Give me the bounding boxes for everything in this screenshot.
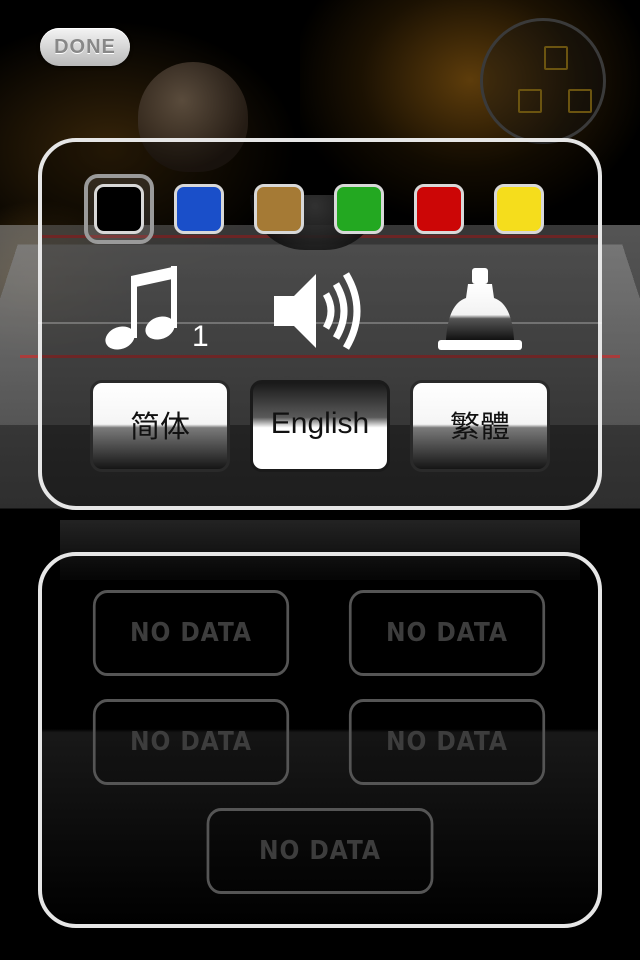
save-slot-5[interactable]: NO DATA <box>206 808 434 894</box>
music-track-number: 1 <box>192 320 209 353</box>
bell-icon <box>438 268 522 350</box>
lang-traditional-button[interactable]: 繁體 <box>410 380 550 472</box>
bell-toggle-button[interactable] <box>438 264 522 354</box>
black-swatch[interactable] <box>84 174 154 244</box>
save-slot-3[interactable]: NO DATA <box>92 699 290 785</box>
lang-button-label: English <box>270 407 370 440</box>
save-slot-label: NO DATA <box>386 727 508 757</box>
done-button[interactable]: DONE <box>40 28 130 66</box>
lang-english-button[interactable]: English <box>250 380 390 472</box>
save-slot-label: NO DATA <box>130 727 252 757</box>
music-toggle-button[interactable]: 1 <box>100 262 220 354</box>
square-icon <box>518 89 542 113</box>
save-slot-label: NO DATA <box>130 618 252 648</box>
green-swatch[interactable] <box>324 174 394 244</box>
blue-swatch[interactable] <box>164 174 234 244</box>
save-slot-2[interactable]: NO DATA <box>348 590 546 676</box>
lang-button-label: 简体 <box>130 411 190 444</box>
color-fill <box>494 184 544 234</box>
save-slot-label: NO DATA <box>386 618 508 648</box>
music-notes-icon: 1 <box>105 266 209 353</box>
yellow-swatch[interactable] <box>484 174 554 244</box>
color-fill <box>94 184 144 234</box>
color-fill <box>414 184 464 234</box>
save-slot-4[interactable]: NO DATA <box>348 699 546 785</box>
square-icon <box>568 89 592 113</box>
brown-swatch[interactable] <box>244 174 314 244</box>
color-fill <box>174 184 224 234</box>
save-slot-1[interactable]: NO DATA <box>92 590 290 676</box>
lang-simplified-button[interactable]: 简体 <box>90 380 230 472</box>
square-icon <box>544 46 568 70</box>
sound-effects-toggle-button[interactable] <box>270 266 370 356</box>
color-fill <box>334 184 384 234</box>
camera-view-toggle-icon[interactable] <box>480 18 606 144</box>
done-button-label: DONE <box>54 35 116 58</box>
lang-button-label: 繁體 <box>450 411 510 444</box>
speaker-volume-icon <box>274 272 361 350</box>
red-swatch[interactable] <box>404 174 474 244</box>
save-slot-label: NO DATA <box>259 836 381 866</box>
color-fill <box>254 184 304 234</box>
